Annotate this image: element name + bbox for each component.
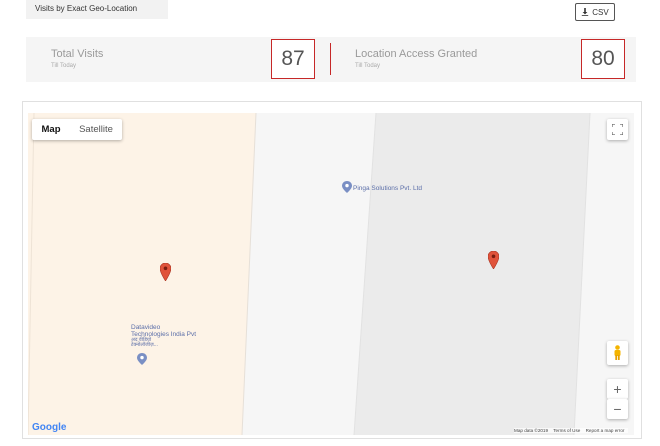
- visit-marker[interactable]: [160, 263, 171, 281]
- report-map-error-link[interactable]: Report a map error: [586, 428, 625, 433]
- poi-pin-icon[interactable]: [137, 353, 147, 365]
- page: Visits by Exact Geo-Location CSV Total V…: [0, 0, 660, 446]
- csv-export-button[interactable]: CSV: [575, 3, 615, 21]
- fullscreen-icon: [612, 124, 623, 135]
- stats-panel: [26, 37, 636, 82]
- location-granted-subtitle: Till Today: [355, 63, 381, 69]
- total-visits-title: Total Visits: [51, 48, 104, 60]
- poi-label-datavideo-line1[interactable]: Datavideo: [131, 324, 160, 331]
- poi-pin-icon[interactable]: [342, 181, 352, 193]
- location-granted-value: 80: [581, 39, 625, 79]
- location-granted-title: Location Access Granted: [355, 48, 478, 60]
- download-icon: [582, 8, 589, 16]
- stats-divider: [330, 43, 331, 75]
- fullscreen-button[interactable]: [607, 119, 628, 140]
- zoom-in-button[interactable]: +: [607, 379, 628, 399]
- terms-of-use-link[interactable]: Terms of Use: [553, 428, 580, 433]
- street-view-button[interactable]: [607, 341, 628, 365]
- map-tiles: [28, 113, 634, 435]
- map-attribution: Map data ©2019 Terms of Use Report a map…: [514, 428, 629, 433]
- total-visits-value: 87: [271, 39, 315, 79]
- map-type-satellite-button[interactable]: Satellite: [70, 119, 122, 140]
- map-type-map-button[interactable]: Map: [32, 119, 70, 140]
- poi-label-pinga[interactable]: Pinga Solutions Pvt. Ltd: [353, 185, 422, 192]
- csv-label: CSV: [592, 7, 609, 17]
- map-canvas[interactable]: [28, 113, 634, 435]
- map-type-control: Map Satellite: [32, 119, 122, 140]
- section-tab[interactable]: Visits by Exact Geo-Location: [26, 0, 168, 19]
- google-logo[interactable]: Google: [32, 422, 66, 433]
- visit-marker[interactable]: [488, 251, 499, 269]
- total-visits-subtitle: Till Today: [51, 63, 77, 69]
- pegman-icon: [614, 345, 621, 360]
- map-data-text: Map data ©2019: [514, 428, 549, 433]
- poi-label-datavideo-line4[interactable]: टेक्नोलॉजीज़...: [131, 343, 158, 348]
- zoom-out-button[interactable]: −: [607, 399, 628, 419]
